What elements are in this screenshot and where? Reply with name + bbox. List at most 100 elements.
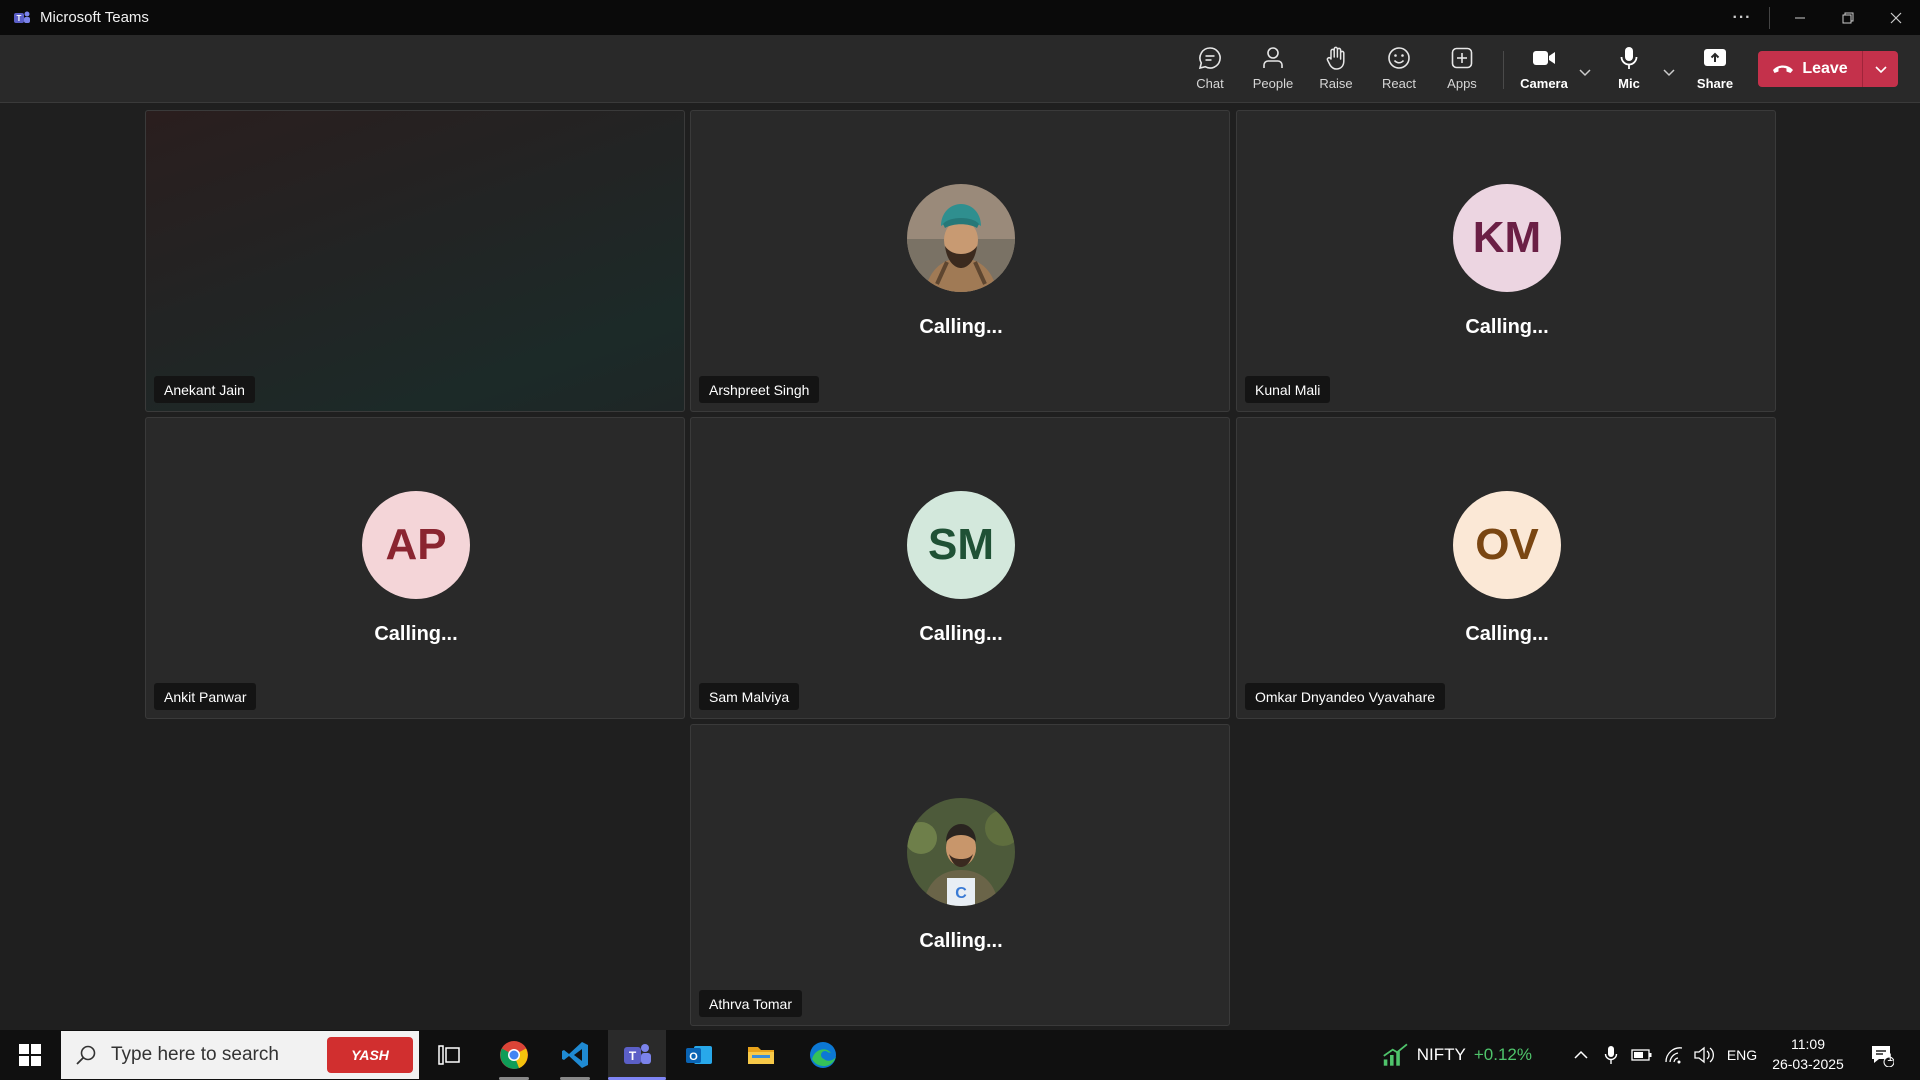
react-button[interactable]: React <box>1371 45 1427 97</box>
taskbar-edge[interactable] <box>794 1030 852 1080</box>
search-highlight-badge[interactable]: YASH <box>327 1037 413 1073</box>
raise-label: Raise <box>1319 76 1353 91</box>
notification-count: 1 <box>1887 1052 1894 1064</box>
show-hidden-icons-button[interactable] <box>1568 1030 1594 1080</box>
leave-button-group: Leave <box>1758 51 1898 87</box>
window-title: Microsoft Teams <box>40 9 149 26</box>
mic-button[interactable]: Mic <box>1601 45 1657 97</box>
participant-tile[interactable]: SM Calling... Sam Malviya <box>690 417 1230 719</box>
ticker-change: +0.12% <box>1473 1045 1532 1064</box>
add-app-icon <box>1451 47 1473 69</box>
mic-options-chevron-icon[interactable] <box>1660 63 1678 81</box>
raise-hand-icon <box>1326 46 1345 70</box>
taskbar-chrome[interactable] <box>485 1030 543 1080</box>
start-button[interactable] <box>0 1030 60 1080</box>
close-window-button[interactable] <box>1872 0 1920 35</box>
calling-status: Calling... <box>919 316 1003 338</box>
participant-tile[interactable]: Calling... Arshpreet Singh <box>690 110 1230 412</box>
battery-icon <box>1631 1049 1652 1061</box>
participant-tile[interactable]: AP Calling... Ankit Panwar <box>145 417 685 719</box>
notifications-button[interactable]: 1 <box>1862 1030 1902 1080</box>
camera-button[interactable]: Camera <box>1516 45 1572 97</box>
network-tray[interactable] <box>1660 1030 1688 1080</box>
avatar-photo: C <box>907 798 1015 906</box>
stock-chart-icon <box>1383 1043 1408 1066</box>
people-button[interactable]: People <box>1245 45 1301 97</box>
taskbar-outlook[interactable]: O <box>670 1030 728 1080</box>
svg-text:O: O <box>689 1051 698 1063</box>
microphone-tray[interactable] <box>1598 1030 1624 1080</box>
svg-text:T: T <box>17 14 22 23</box>
toolbar-divider <box>1503 51 1504 89</box>
svg-text:C: C <box>955 885 967 902</box>
restore-button[interactable] <box>1824 0 1872 35</box>
participant-tile[interactable]: KM Calling... Kunal Mali <box>1236 110 1776 412</box>
calling-status: Calling... <box>919 623 1003 645</box>
volume-tray[interactable] <box>1690 1030 1718 1080</box>
chrome-icon <box>500 1041 528 1069</box>
outlook-icon: O <box>686 1046 712 1064</box>
people-label: People <box>1252 76 1294 91</box>
share-label: Share <box>1696 76 1734 91</box>
language-indicator[interactable]: ENG <box>1722 1030 1762 1080</box>
share-button[interactable]: Share <box>1687 45 1743 97</box>
search-placeholder: Type here to search <box>111 1044 279 1065</box>
teams-logo-icon: T <box>12 8 32 28</box>
avatar-initials: SM <box>907 491 1015 599</box>
chat-button[interactable]: Chat <box>1182 45 1238 97</box>
participant-tile[interactable]: OV Calling... Omkar Dnyandeo Vyavahare <box>1236 417 1776 719</box>
window-controls: ··· <box>1721 0 1920 35</box>
chat-icon <box>1198 47 1221 70</box>
participant-name: Ankit Panwar <box>154 683 257 710</box>
avatar-initials: KM <box>1453 184 1561 292</box>
vscode-icon <box>562 1042 588 1068</box>
mic-label: Mic <box>1618 76 1640 91</box>
language-label: ENG <box>1726 1047 1758 1063</box>
avatar-initials: AP <box>362 491 470 599</box>
leave-label: Leave <box>1802 60 1848 77</box>
taskbar-teams[interactable]: T <box>608 1030 666 1080</box>
apps-label: Apps <box>1447 76 1477 91</box>
windows-logo-icon <box>19 1044 41 1066</box>
participant-name: Arshpreet Singh <box>699 376 820 403</box>
taskbar-vscode[interactable] <box>546 1030 604 1080</box>
minimize-button[interactable] <box>1776 0 1824 35</box>
leave-button[interactable]: Leave <box>1758 51 1862 87</box>
microphone-icon <box>1620 47 1638 69</box>
raise-hand-button[interactable]: Raise <box>1308 45 1364 97</box>
taskbar-file-explorer[interactable] <box>732 1030 790 1080</box>
leave-options-chevron-icon[interactable] <box>1863 51 1898 87</box>
ticker-name: NIFTY <box>1416 1045 1466 1064</box>
participant-name: Sam Malviya <box>699 683 800 710</box>
title-separator <box>1769 6 1770 29</box>
avatar-photo <box>907 184 1015 292</box>
hang-up-icon <box>1773 65 1794 73</box>
participant-name: Omkar Dnyandeo Vyavahare <box>1245 683 1446 710</box>
chat-label: Chat <box>1196 76 1224 91</box>
apps-button[interactable]: Apps <box>1434 45 1490 97</box>
calling-status: Calling... <box>374 623 458 645</box>
wifi-icon <box>1665 1047 1683 1064</box>
teams-icon: T <box>624 1044 651 1064</box>
clock-time: 11:09 <box>1791 1036 1825 1052</box>
meeting-toolbar: Chat People Raise React Apps Camera Mic … <box>0 35 1920 103</box>
taskbar-clock[interactable]: 11:09 26-03-2025 <box>1768 1034 1848 1074</box>
search-icon <box>76 1045 96 1065</box>
windows-taskbar: Type here to search YASH T O NIFTY +0.12… <box>0 1030 1920 1080</box>
participant-tile[interactable]: Anekant Jain <box>145 110 685 412</box>
task-view-icon <box>438 1045 460 1065</box>
speaker-icon <box>1694 1046 1714 1064</box>
task-view-button[interactable] <box>420 1030 478 1080</box>
more-options-button[interactable]: ··· <box>1721 0 1763 35</box>
participant-tile[interactable]: C Calling... Athrva Tomar <box>690 724 1230 1026</box>
edge-icon <box>810 1042 836 1068</box>
calling-status: Calling... <box>919 930 1003 952</box>
taskbar-search-box[interactable]: Type here to search YASH <box>61 1031 419 1079</box>
battery-tray[interactable] <box>1628 1030 1656 1080</box>
stock-widget[interactable]: NIFTY +0.12% <box>1382 1030 1532 1080</box>
clock-date: 26-03-2025 <box>1772 1056 1844 1072</box>
camera-label: Camera <box>1520 76 1568 91</box>
chevron-up-icon <box>1574 1050 1588 1059</box>
camera-options-chevron-icon[interactable] <box>1576 63 1594 81</box>
react-label: React <box>1382 76 1416 91</box>
